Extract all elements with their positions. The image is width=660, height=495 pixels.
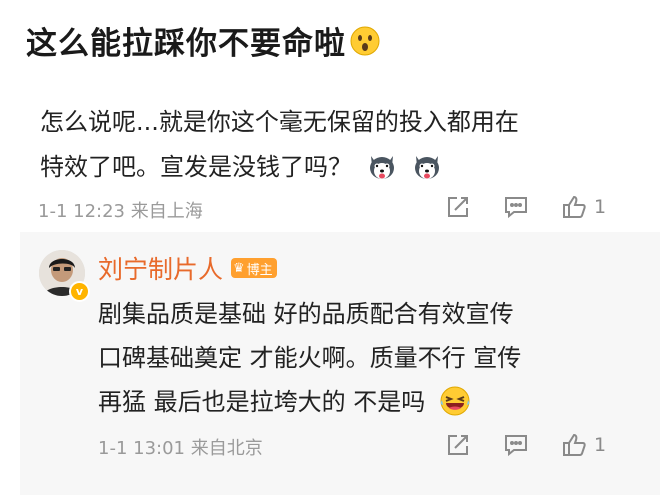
thumbs-up-icon: [563, 195, 586, 218]
reply-timestamp: 1-1 13:01: [98, 438, 185, 459]
reply-body: 剧集品质是基础 好的品质配合有效宣传 口碑基础奠定 才能火啊。质量不行 宣传 再…: [98, 292, 638, 424]
comment-actions: 1: [414, 193, 606, 221]
comment-reply-button[interactable]: [502, 193, 530, 221]
comment-location: 来自上海: [130, 201, 203, 222]
comment-share-button[interactable]: [444, 193, 472, 221]
reply-meta: 1-1 13:01 来自北京: [98, 434, 263, 460]
reply-line-3-text: 再猛 最后也是拉垮大的 不是吗: [98, 388, 426, 416]
laughing-face-icon: [440, 386, 470, 416]
comment-body: 怎么说呢...就是你这个毫无保留的投入都用在 特效了吧。宣发是没钱了吗？: [40, 100, 630, 190]
reply-line-2: 口碑基础奠定 才能火啊。质量不行 宣传: [98, 344, 522, 372]
reply-location: 来自北京: [190, 438, 263, 459]
post-title-text: 这么能拉踩你不要命啦: [26, 26, 346, 62]
reply-line-1: 剧集品质是基础 好的品质配合有效宣传: [98, 300, 514, 328]
comment-icon: [505, 197, 527, 219]
reply-like-button[interactable]: 1: [560, 431, 606, 459]
comment-line-2: 特效了吧。宣发是没钱了吗？: [40, 145, 630, 190]
comment-meta: 1-1 12:23 来自上海: [38, 197, 203, 223]
reply-comment-button[interactable]: [502, 431, 530, 459]
comment-like-button[interactable]: 1: [560, 193, 606, 221]
reply-actions: 1: [414, 431, 606, 459]
author-badge-label: 博主: [246, 262, 273, 278]
reply-like-count: 1: [594, 434, 607, 456]
crown-icon: ♛: [233, 260, 245, 276]
surprised-face-icon: [350, 26, 380, 55]
author-name[interactable]: 刘宁制片人: [98, 250, 223, 286]
husky-dog-icon: [369, 156, 394, 179]
verified-badge-icon: v: [69, 281, 90, 302]
comment-line-1: 怎么说呢...就是你这个毫无保留的投入都用在: [40, 108, 519, 136]
reply-share-button[interactable]: [444, 431, 472, 459]
reply-line-3: 再猛 最后也是拉垮大的 不是吗: [98, 380, 638, 424]
comment-like-count: 1: [594, 196, 607, 218]
author-badge: ♛ 博主: [231, 258, 277, 278]
comment-line-2-text: 特效了吧。宣发是没钱了吗？: [40, 153, 352, 181]
thumbs-up-icon: [563, 433, 586, 456]
comment-icon: [505, 435, 527, 457]
reply-author[interactable]: 刘宁制片人 ♛ 博主: [98, 250, 277, 286]
share-icon: [448, 197, 468, 217]
share-icon: [448, 435, 468, 455]
husky-dog-icon: [415, 156, 440, 179]
post-title: 这么能拉踩你不要命啦: [26, 18, 380, 63]
comment-timestamp: 1-1 12:23: [38, 201, 125, 222]
